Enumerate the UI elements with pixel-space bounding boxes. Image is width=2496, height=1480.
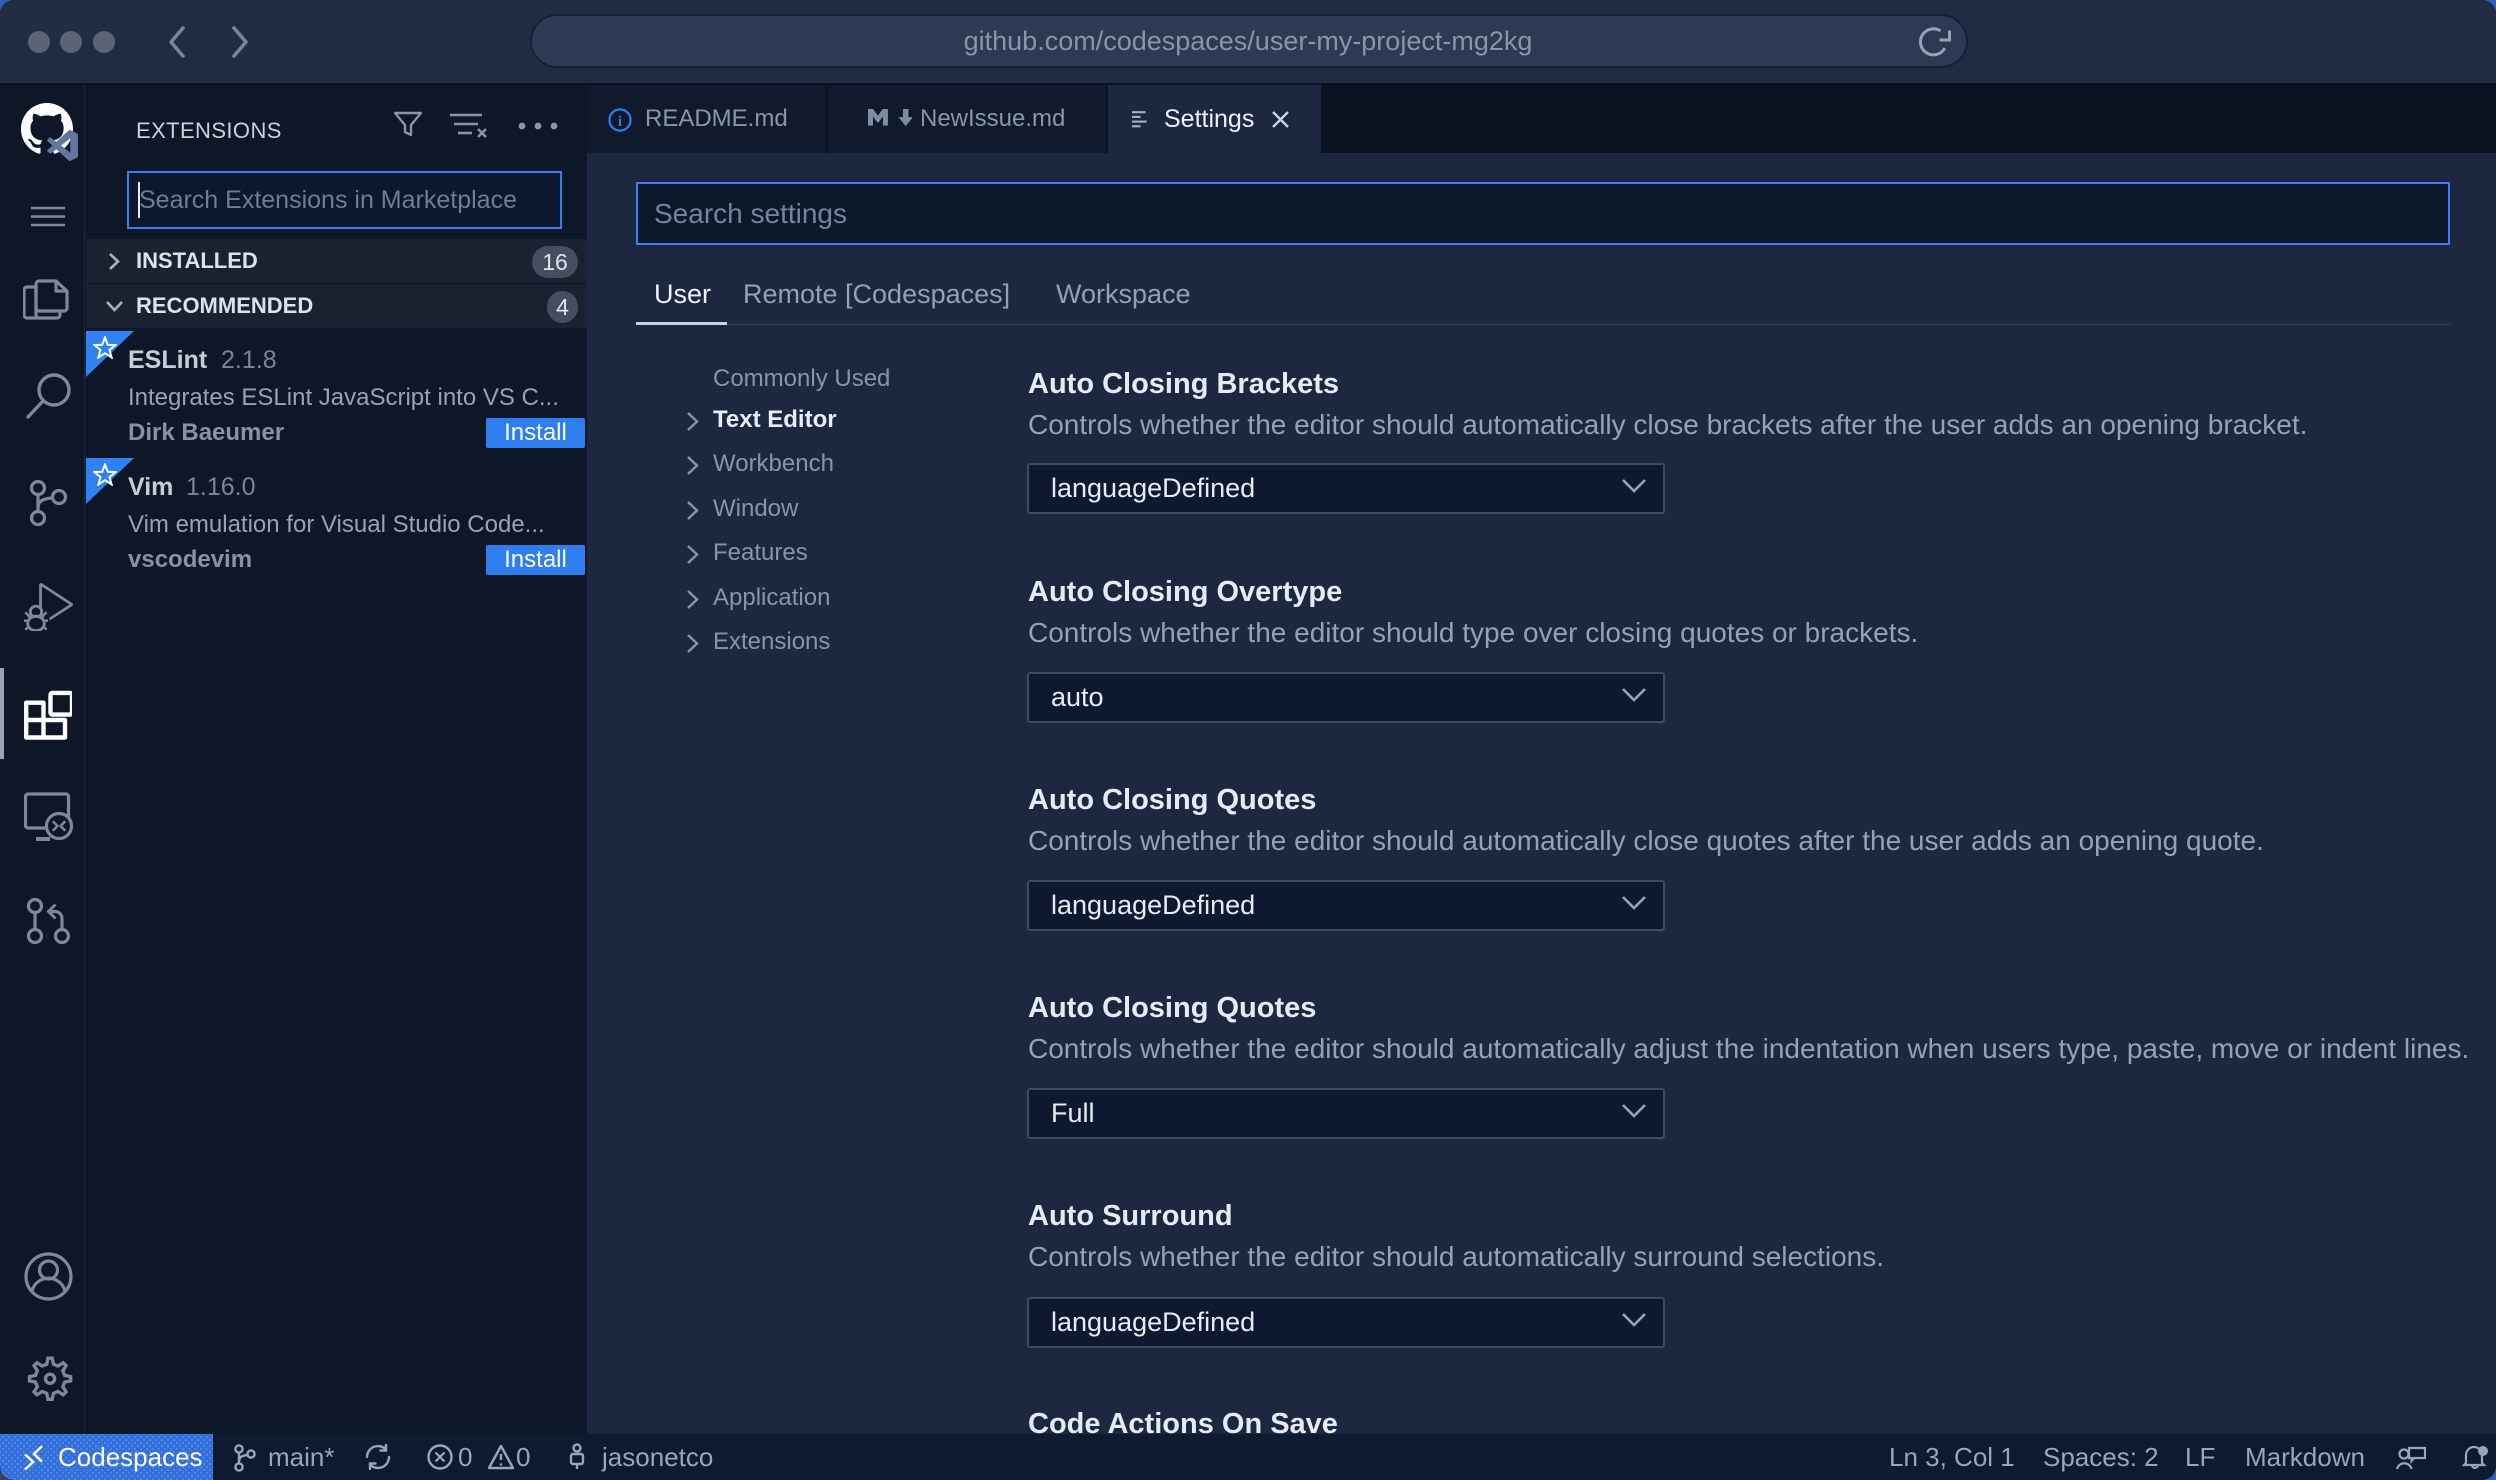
- svg-text:i: i: [618, 114, 622, 130]
